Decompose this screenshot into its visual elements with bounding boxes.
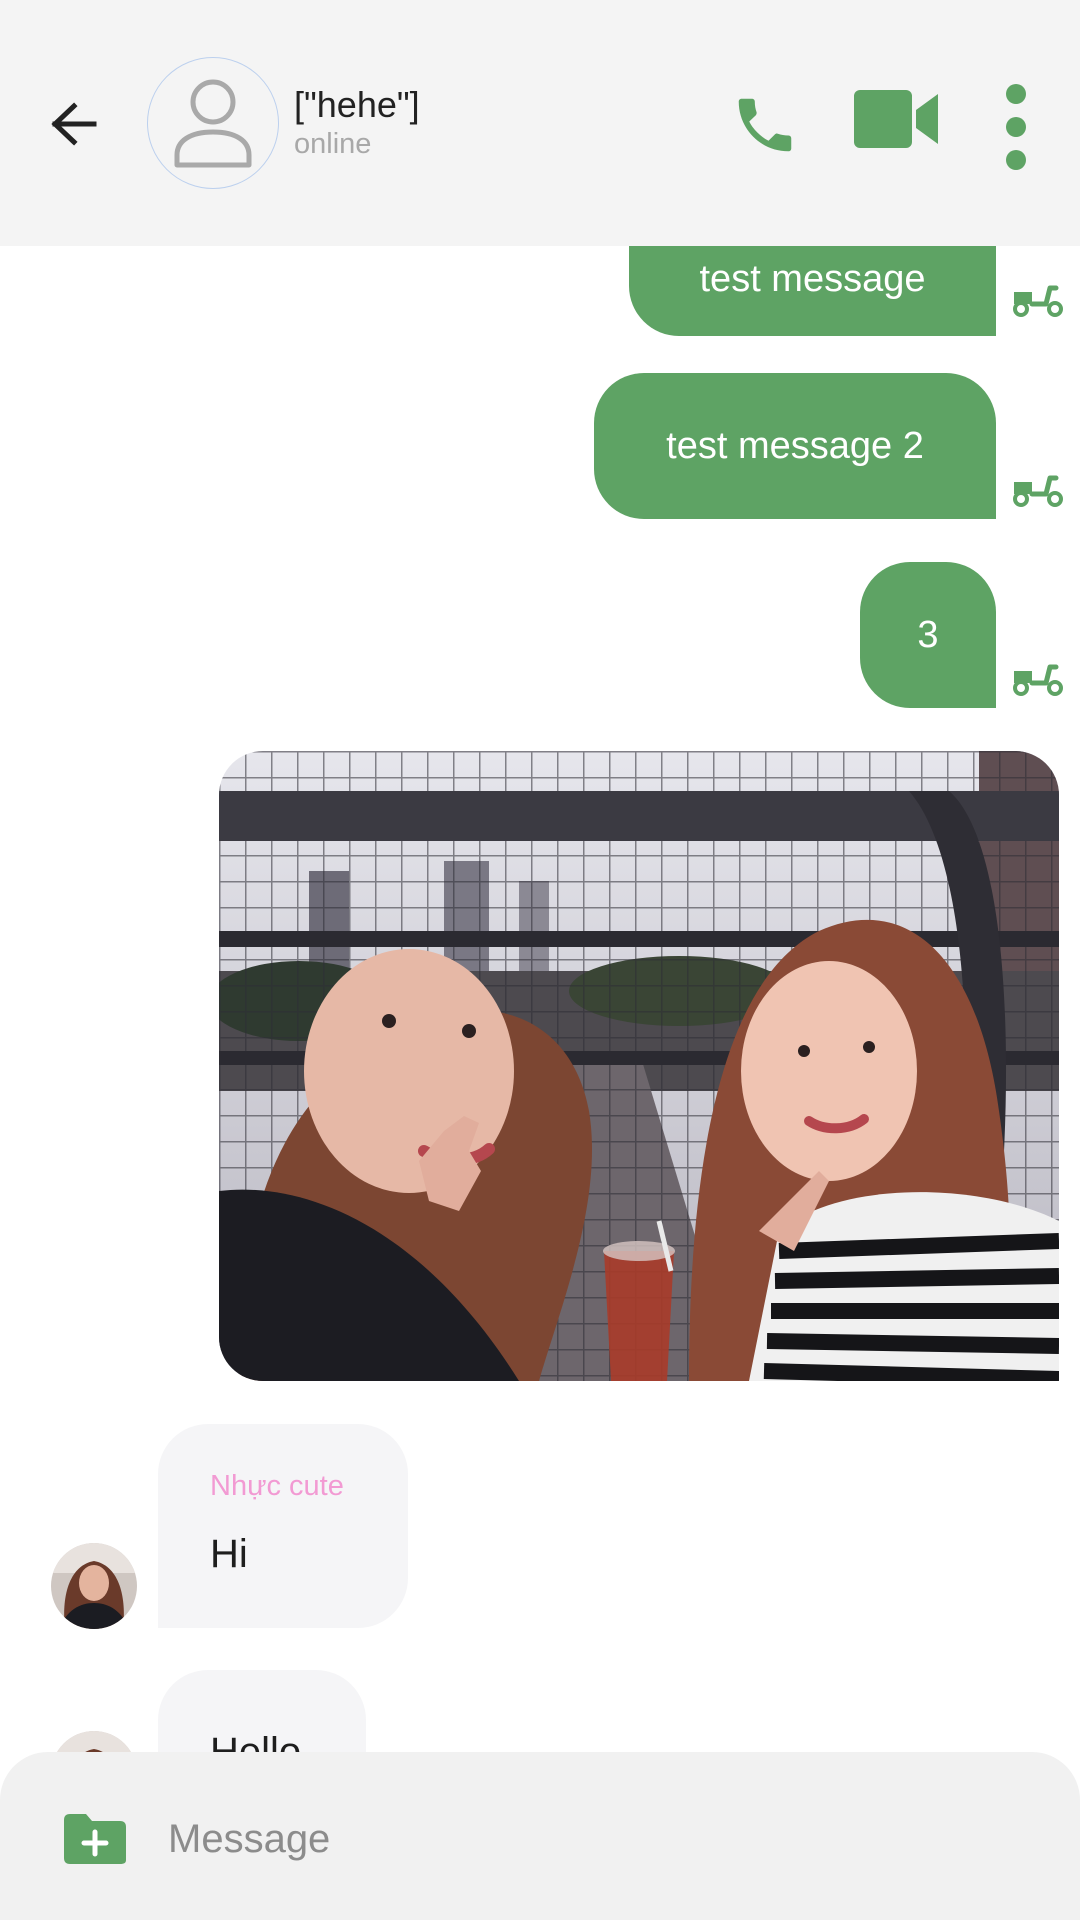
attach-file-button[interactable]	[62, 1812, 128, 1866]
call-button[interactable]	[730, 90, 800, 160]
contact-name[interactable]: ["hehe"]	[294, 84, 420, 126]
photo-message[interactable]	[219, 751, 1059, 1381]
person-placeholder-icon	[174, 79, 252, 168]
message-text: test message 2	[666, 424, 924, 467]
back-button[interactable]	[44, 96, 104, 152]
message-text: Hi	[210, 1532, 248, 1576]
contact-status: online	[294, 128, 372, 160]
avatar	[51, 1543, 137, 1629]
incoming-message[interactable]: Hello	[158, 1670, 366, 1752]
chat-screen: ["hehe"] online test message test messag…	[0, 0, 1080, 1920]
sender-avatar[interactable]	[51, 1731, 137, 1752]
outgoing-message[interactable]: test message 2	[594, 373, 996, 519]
chat-header: ["hehe"] online	[0, 0, 1080, 246]
arrow-left-icon	[51, 102, 97, 146]
sender-name: Nhực cute	[210, 1470, 344, 1502]
message-text: test message	[699, 257, 926, 300]
video-camera-icon	[854, 90, 938, 148]
avatar	[51, 1731, 137, 1752]
message-list[interactable]: test message test message 2 3 Nhực cute …	[0, 246, 1080, 1752]
more-vertical-icon	[1006, 84, 1026, 170]
outgoing-message[interactable]: test message	[629, 246, 996, 336]
delivered-scooter-icon	[1013, 285, 1063, 317]
selfie-photo	[219, 751, 1059, 1381]
delivered-scooter-icon	[1013, 475, 1063, 507]
video-call-button[interactable]	[852, 88, 940, 150]
outgoing-message[interactable]: 3	[860, 562, 996, 708]
message-input[interactable]	[168, 1804, 1028, 1874]
more-options-button[interactable]	[1000, 82, 1032, 180]
folder-add-icon	[64, 1814, 126, 1864]
delivered-scooter-icon	[1013, 664, 1063, 696]
message-text: 3	[917, 613, 939, 656]
message-composer	[0, 1752, 1080, 1920]
message-text: Hello	[210, 1730, 302, 1752]
incoming-message[interactable]: Nhực cute Hi	[158, 1424, 408, 1628]
contact-avatar[interactable]	[147, 57, 279, 189]
sender-avatar[interactable]	[51, 1543, 137, 1629]
phone-icon	[738, 98, 792, 152]
